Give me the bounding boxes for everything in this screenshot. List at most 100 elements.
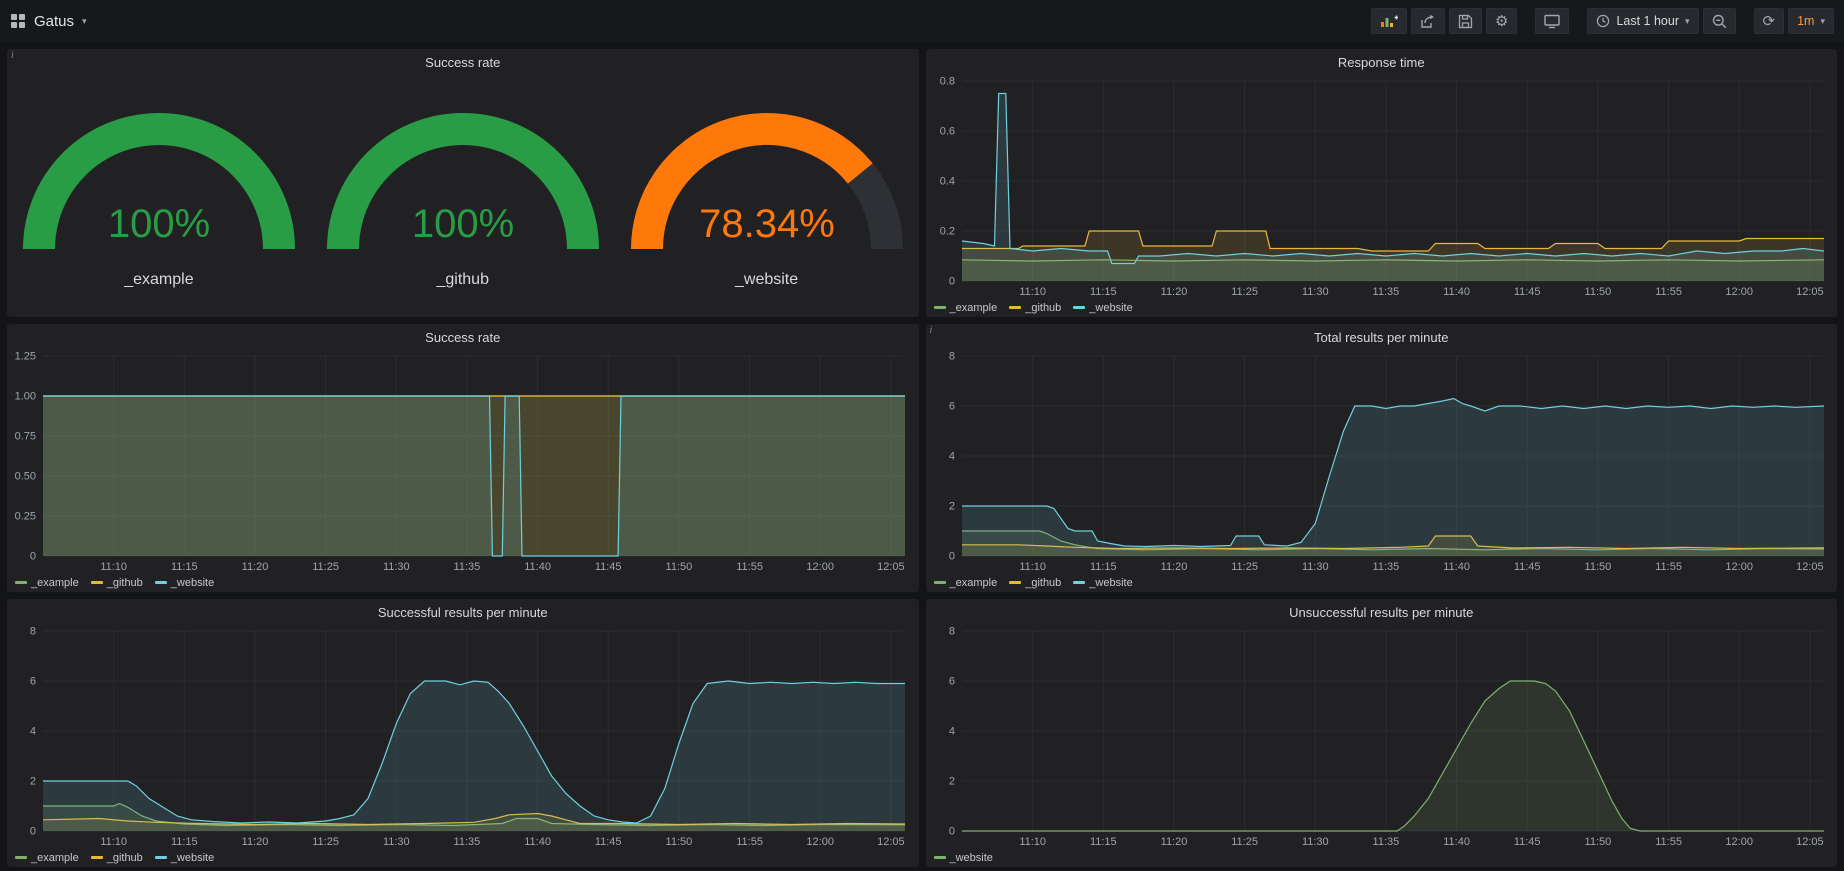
y-tick-label: 2 xyxy=(948,776,954,788)
y-tick-label: 0.4 xyxy=(939,176,954,188)
y-tick-label: 8 xyxy=(948,351,954,363)
legend-item[interactable]: _github xyxy=(91,577,143,589)
y-tick-label: 4 xyxy=(30,726,36,738)
x-tick-label: 11:15 xyxy=(1089,561,1116,573)
legend-series-color xyxy=(91,581,103,584)
y-tick-label: 0.25 xyxy=(15,511,36,523)
x-tick-label: 12:00 xyxy=(806,561,834,573)
y-tick-label: 1.25 xyxy=(15,351,36,363)
chart-legend: _example _github _website xyxy=(7,849,919,867)
y-tick-label: 4 xyxy=(948,451,954,463)
panel-title[interactable]: Successful results per minute xyxy=(378,605,548,620)
panel-title[interactable]: Unsuccessful results per minute xyxy=(1289,605,1473,620)
gauge-value: 78.34% xyxy=(699,202,835,246)
gauge-label: _github xyxy=(436,271,489,289)
panel-header: Success rate xyxy=(7,49,919,75)
panel-title[interactable]: Total results per minute xyxy=(1314,330,1448,345)
legend-series-color xyxy=(1009,306,1021,309)
y-tick-label: 1.00 xyxy=(15,391,36,403)
legend-item[interactable]: _website xyxy=(934,852,993,864)
chart-legend: _example _github _website xyxy=(926,574,1838,592)
x-tick-label: 11:15 xyxy=(1089,286,1116,298)
legend-item[interactable]: _example xyxy=(15,852,79,864)
add-panel-button[interactable] xyxy=(1371,8,1407,34)
x-tick-label: 11:55 xyxy=(1655,286,1682,298)
cycle-view-button[interactable] xyxy=(1535,8,1569,34)
x-tick-label: 11:30 xyxy=(1301,286,1328,298)
panel-title[interactable]: Response time xyxy=(1338,55,1425,70)
x-tick-label: 11:10 xyxy=(1019,561,1046,573)
chart-legend: _example _github _website xyxy=(926,299,1838,317)
x-tick-label: 11:40 xyxy=(1443,561,1470,573)
x-tick-label: 12:00 xyxy=(1725,836,1753,848)
x-tick-label: 11:25 xyxy=(312,836,339,848)
x-tick-label: 11:15 xyxy=(171,561,198,573)
legend-series-color xyxy=(1073,306,1085,309)
panel-success-rate-gauges: i Success rate 100% _example 100% _githu… xyxy=(7,49,919,317)
legend-item[interactable]: _example xyxy=(934,577,998,589)
save-dashboard-button[interactable] xyxy=(1449,8,1482,34)
refresh-button[interactable]: ⟳ xyxy=(1754,8,1785,34)
x-tick-label: 11:20 xyxy=(242,836,269,848)
gauge-arc: 100% xyxy=(14,87,304,267)
legend-item[interactable]: _example xyxy=(934,302,998,314)
panel-info-icon[interactable]: i xyxy=(930,325,933,336)
x-tick-label: 11:25 xyxy=(1231,286,1258,298)
x-tick-label: 11:55 xyxy=(1655,561,1682,573)
legend-item[interactable]: _example xyxy=(15,577,79,589)
dashboard-title[interactable]: Gatus xyxy=(34,13,74,30)
dashboard-grid-icon[interactable] xyxy=(10,13,26,29)
chart-canvas[interactable]: 0246811:1011:1511:2011:2511:3011:3511:40… xyxy=(926,350,1838,574)
legend-series-color xyxy=(934,306,946,309)
chart-canvas[interactable]: 0246811:1011:1511:2011:2511:3011:3511:40… xyxy=(926,625,1838,849)
legend-item[interactable]: _github xyxy=(91,852,143,864)
share-dashboard-button[interactable] xyxy=(1411,8,1445,34)
legend-item[interactable]: _website xyxy=(1073,577,1132,589)
panel-header: Success rate xyxy=(7,324,919,350)
x-tick-label: 11:40 xyxy=(524,561,551,573)
x-tick-label: 11:50 xyxy=(666,561,693,573)
x-tick-label: 11:35 xyxy=(1372,561,1399,573)
panel-successful-results: Successful results per minute 0246811:10… xyxy=(7,599,919,867)
refresh-interval-picker[interactable]: 1m ▾ xyxy=(1788,8,1834,34)
save-icon xyxy=(1458,14,1473,29)
clock-icon xyxy=(1596,14,1610,28)
legend-item[interactable]: _website xyxy=(155,577,214,589)
chart-canvas[interactable]: 00.20.40.60.811:1011:1511:2011:2511:3011… xyxy=(926,75,1838,299)
panel-unsuccessful-results: Unsuccessful results per minute 0246811:… xyxy=(926,599,1838,867)
panel-title[interactable]: Success rate xyxy=(425,330,500,345)
navbar-actions: ⚙ Last 1 hour ▾ xyxy=(1371,8,1834,34)
x-tick-label: 11:45 xyxy=(1513,561,1540,573)
panel-body: 100% _example 100% _github 78.34% _websi… xyxy=(7,75,919,317)
y-tick-label: 4 xyxy=(948,726,954,738)
navbar: Gatus ▾ xyxy=(0,0,1844,42)
panel-body: 0246811:1011:1511:2011:2511:3011:3511:40… xyxy=(7,625,919,867)
dashboard-caret-down-icon[interactable]: ▾ xyxy=(82,16,87,27)
x-tick-label: 11:40 xyxy=(1443,286,1470,298)
x-tick-label: 11:35 xyxy=(454,561,481,573)
chart-canvas[interactable]: 00.250.500.751.001.2511:1011:1511:2011:2… xyxy=(7,350,919,574)
y-tick-label: 0 xyxy=(948,551,954,563)
time-range-picker[interactable]: Last 1 hour ▾ xyxy=(1587,8,1698,34)
zoom-out-button[interactable] xyxy=(1703,8,1736,34)
legend-item[interactable]: _github xyxy=(1009,577,1061,589)
time-range-caret-down-icon: ▾ xyxy=(1685,16,1690,27)
dashboard-settings-button[interactable]: ⚙ xyxy=(1486,8,1517,34)
x-tick-label: 11:20 xyxy=(1160,286,1187,298)
legend-series-color xyxy=(15,856,27,859)
chart-canvas[interactable]: 0246811:1011:1511:2011:2511:3011:3511:40… xyxy=(7,625,919,849)
x-tick-label: 11:20 xyxy=(1160,561,1187,573)
refresh-interval-value: 1m xyxy=(1797,14,1814,28)
legend-item[interactable]: _website xyxy=(1073,302,1132,314)
legend-item[interactable]: _website xyxy=(155,852,214,864)
legend-item[interactable]: _github xyxy=(1009,302,1061,314)
panel-info-icon[interactable]: i xyxy=(11,50,14,61)
panel-total-results: i Total results per minute 0246811:1011:… xyxy=(926,324,1838,592)
x-tick-label: 12:00 xyxy=(1725,561,1753,573)
panel-title[interactable]: Success rate xyxy=(425,55,500,70)
panel-header: Successful results per minute xyxy=(7,599,919,625)
gauge: 78.34% _website xyxy=(622,87,912,289)
panel-body: 00.20.40.60.811:1011:1511:2011:2511:3011… xyxy=(926,75,1838,317)
x-tick-label: 11:10 xyxy=(100,836,127,848)
add-panel-icon xyxy=(1380,14,1398,28)
